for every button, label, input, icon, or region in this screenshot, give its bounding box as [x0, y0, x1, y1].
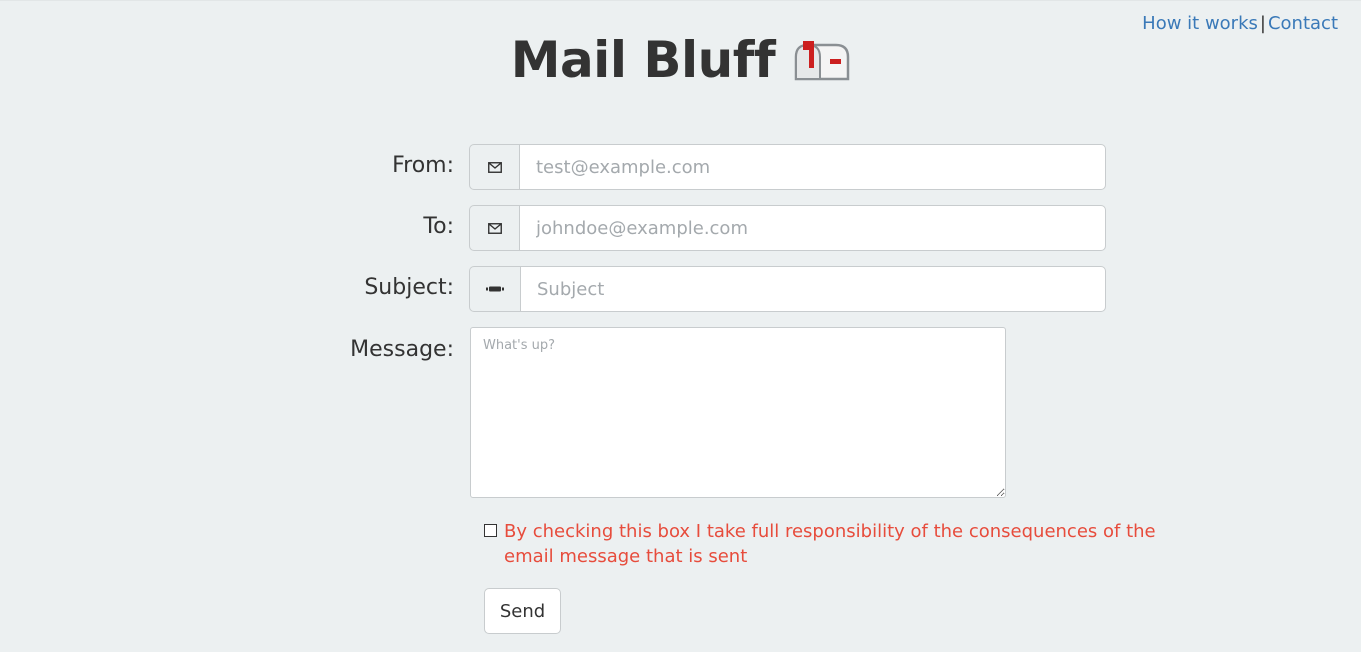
to-email-input[interactable]	[519, 205, 1106, 251]
message-textarea[interactable]	[470, 327, 1006, 498]
from-row: From:	[0, 144, 1361, 190]
to-input-group	[469, 205, 1106, 251]
minus-icon	[469, 266, 520, 312]
page-header: Mail Bluff	[0, 31, 1361, 89]
envelope-icon	[469, 144, 519, 190]
send-button[interactable]: Send	[484, 588, 561, 634]
consent-checkbox[interactable]	[484, 524, 497, 537]
consent-text: By checking this box I take full respons…	[504, 521, 1156, 567]
subject-row: Subject:	[0, 266, 1361, 312]
to-label: To:	[423, 214, 454, 239]
to-row: To:	[0, 205, 1361, 251]
subject-input-group	[469, 266, 1106, 312]
subject-label: Subject:	[364, 275, 454, 300]
from-input-group	[469, 144, 1106, 190]
message-label: Message:	[350, 337, 454, 362]
page-title: Mail Bluff	[510, 31, 776, 89]
mailbox-icon	[792, 37, 850, 87]
envelope-icon	[469, 205, 519, 251]
consent-row: By checking this box I take full respons…	[484, 519, 1174, 569]
from-email-input[interactable]	[519, 144, 1106, 190]
subject-input[interactable]	[520, 266, 1106, 312]
from-label: From:	[392, 153, 454, 178]
